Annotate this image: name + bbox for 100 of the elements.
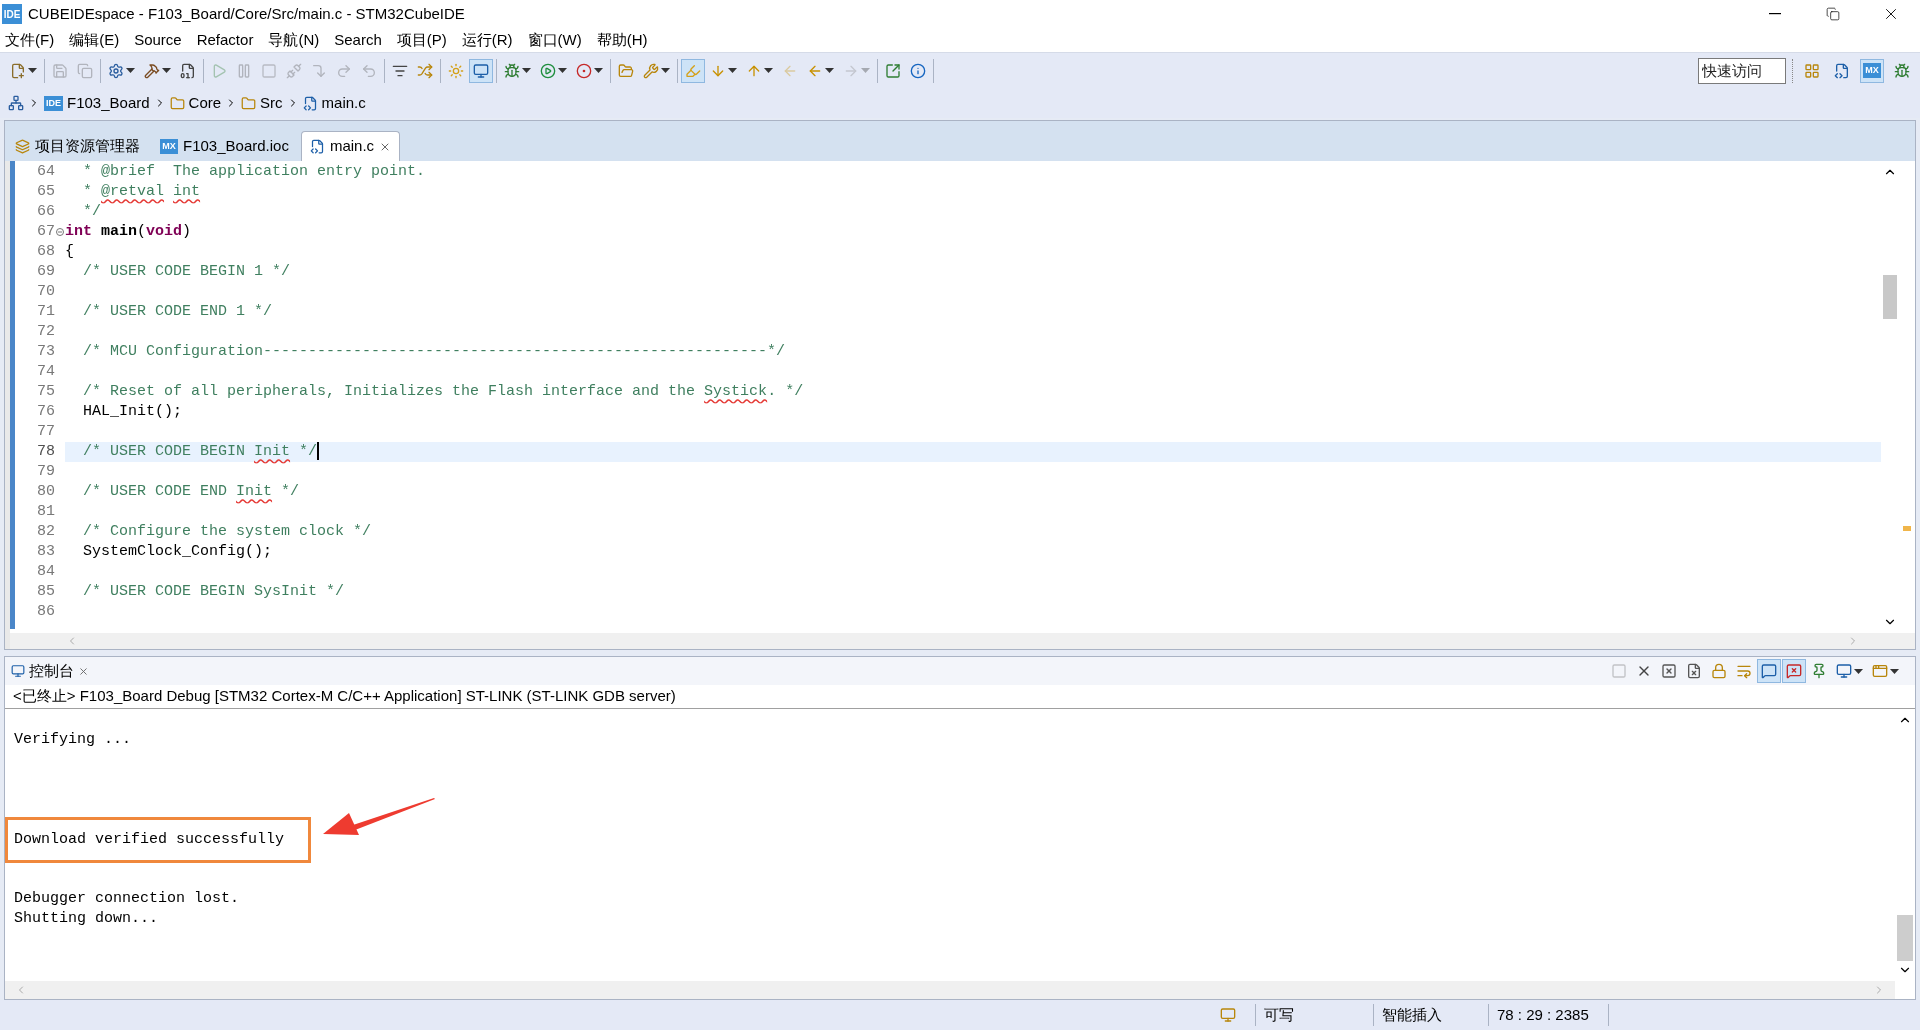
editor-tab[interactable]: MX F103_Board.ioc (152, 131, 297, 161)
toolbar-button[interactable] (1782, 659, 1806, 683)
quick-access-field[interactable]: 快速访问 (1698, 57, 1786, 84)
breadcrumb-item[interactable]: IDE F103_Board (44, 91, 150, 115)
line-number: 76 (36, 402, 56, 422)
play-icon (211, 62, 227, 79)
dropdown-caret-icon (126, 68, 135, 73)
breadcrumb-item[interactable]: Core (169, 91, 222, 115)
menu-item[interactable]: 项目(P) (395, 28, 448, 52)
step-return-icon (361, 62, 377, 79)
stop-icon (261, 62, 277, 79)
gear-icon (108, 62, 124, 79)
monitor-icon (1836, 663, 1852, 679)
menu-item[interactable]: 帮助(H) (595, 28, 649, 52)
dropdown-caret-icon (28, 68, 37, 73)
status-item: 78 : 29 : 2385 (1489, 1003, 1609, 1027)
grid-icon (1804, 62, 1820, 79)
line-number: 85 (36, 582, 56, 602)
menu-item[interactable]: 文件(F) (4, 28, 56, 52)
line-number: 74 (36, 362, 56, 382)
code-line: */ (82, 202, 102, 222)
clear-icon (1686, 663, 1702, 679)
line-number: 71 (36, 302, 56, 322)
code-line: * @brief The application entry point. (82, 162, 427, 182)
pause-icon (236, 62, 252, 79)
text-cursor (317, 442, 320, 461)
menu-item[interactable]: Search (333, 28, 383, 52)
code-line: /* Configure the system clock */ (82, 522, 373, 542)
code-line: /* USER CODE END 1 */ (82, 302, 274, 322)
dropdown-caret-icon (522, 68, 531, 73)
binary-file-icon (180, 62, 196, 79)
dropdown-caret-icon (661, 68, 670, 73)
line-number: 72 (36, 322, 56, 342)
ide-logo: IDE (44, 95, 63, 111)
close-tab-icon[interactable] (78, 665, 89, 677)
unplug-icon (286, 62, 302, 79)
scroll-thumb[interactable] (1883, 275, 1897, 319)
editor-tab[interactable]: main.c (300, 131, 401, 161)
file-icon (309, 139, 325, 154)
lock-icon (1711, 663, 1727, 679)
console-line: Debugger connection lost. (13, 890, 240, 907)
console-header: <已终止> F103_Board Debug [STM32 Cortex-M C/C++ Application] ST-LINK (ST-LINK GDB server) (13, 686, 676, 707)
line-number: 83 (36, 542, 56, 562)
line-number: 67 (36, 222, 55, 242)
dropdown-caret-icon (825, 68, 834, 73)
line-number: 79 (36, 462, 56, 482)
status-icon[interactable] (1219, 1007, 1236, 1023)
navigator-icon[interactable] (8, 95, 24, 111)
menu-item[interactable]: 导航(N) (267, 28, 321, 52)
file-icon (302, 95, 318, 111)
fold-icon[interactable] (56, 228, 64, 236)
menu-item[interactable]: 编辑(E) (68, 28, 121, 52)
console-tab[interactable]: 控制台 (11, 659, 89, 683)
warning-marker[interactable] (1903, 526, 1911, 531)
highlighter-icon (685, 62, 701, 79)
line-number: 86 (36, 602, 56, 622)
dropdown-caret-icon (1854, 668, 1863, 674)
info-icon (910, 62, 926, 79)
toolbar-button[interactable] (1757, 659, 1781, 683)
menu-item[interactable]: Refactor (195, 28, 255, 52)
new-window-icon (1872, 663, 1888, 679)
file-plus-icon (10, 62, 26, 79)
code-icon (1834, 62, 1850, 79)
save-icon (52, 62, 68, 79)
line-number: 65 (36, 182, 56, 202)
close-all-icon (1661, 663, 1677, 679)
minimize-icon (1769, 13, 1781, 15)
menu-item[interactable]: Source (133, 28, 183, 52)
console-line: Download verified successfully (14, 831, 285, 848)
line-number: 68 (36, 242, 56, 262)
status-item: 可写 (1256, 1003, 1374, 1027)
line-number: 70 (36, 282, 56, 302)
bug-icon (504, 62, 520, 79)
breadcrumb-item[interactable]: Src (241, 91, 283, 115)
code-line: * @retval int (82, 182, 202, 202)
wrench-icon (643, 62, 659, 79)
dropdown-caret-icon (728, 68, 737, 73)
scroll-thumb[interactable] (1897, 915, 1913, 961)
hammer-icon (144, 62, 160, 79)
menu-item[interactable]: 窗口(W) (526, 28, 583, 52)
menu-item[interactable]: 运行(R) (460, 28, 514, 52)
dropdown-caret-icon (162, 68, 171, 73)
code-line: HAL_Init(); (82, 402, 184, 422)
external-icon (885, 62, 901, 79)
line-number: 78 (36, 442, 56, 462)
toolbar-button[interactable] (469, 58, 493, 83)
pin-icon (1811, 663, 1827, 679)
message-icon (1761, 663, 1777, 679)
line-number: 66 (36, 202, 56, 222)
dropdown-caret-icon (764, 68, 773, 73)
copy-icon (77, 62, 93, 79)
dropdown-caret-icon (861, 68, 870, 73)
line-number: 80 (36, 482, 56, 502)
line-number: 64 (36, 162, 56, 182)
editor-tab[interactable]: 项目资源管理器 (7, 131, 148, 161)
folder-icon (618, 62, 634, 79)
stop-icon (1611, 663, 1627, 679)
monitor-icon (473, 62, 489, 79)
code-line: /* USER CODE END Init */ (82, 482, 301, 502)
breadcrumb-item[interactable]: main.c (302, 91, 366, 115)
